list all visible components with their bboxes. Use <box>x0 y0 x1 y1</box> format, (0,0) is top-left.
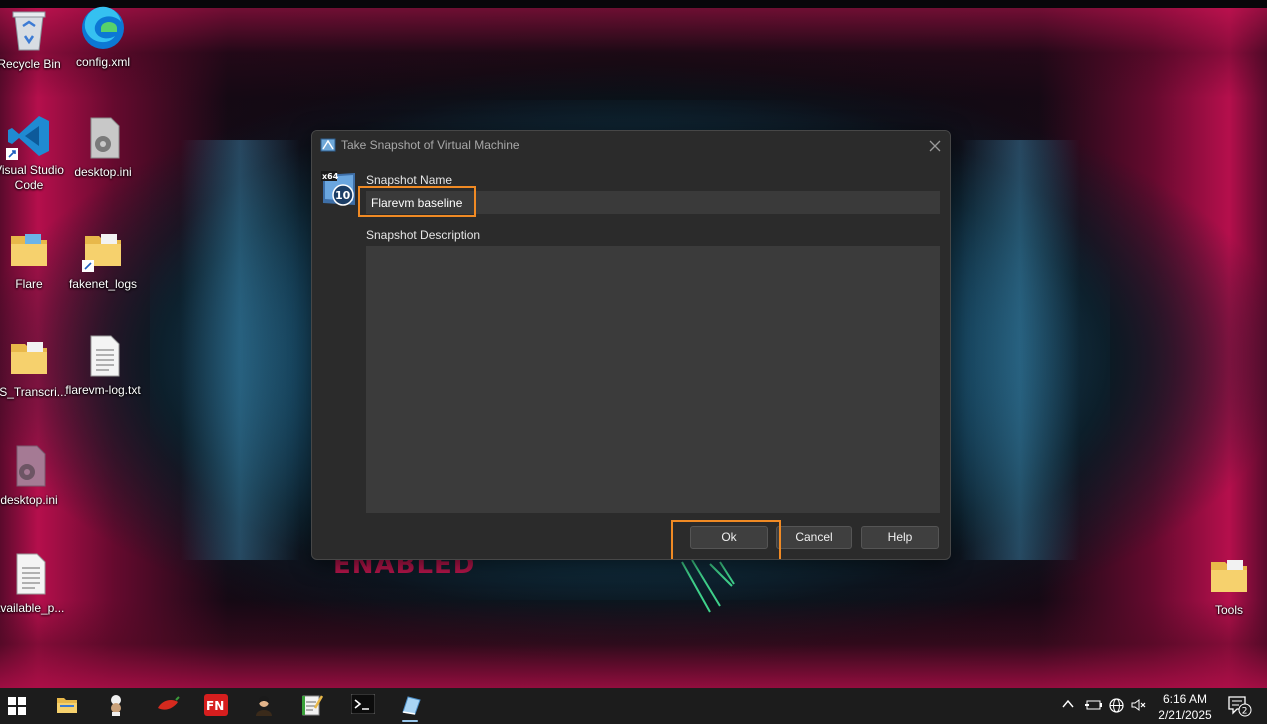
close-icon <box>929 140 941 152</box>
portrait-icon <box>256 696 272 716</box>
desktop-icon-label: flarevm-log.txt <box>65 383 141 397</box>
desktop-icon-label: available_p... <box>0 601 65 615</box>
fn-icon: FN <box>204 694 228 716</box>
os-arch-badge: x64 <box>322 172 339 181</box>
desktop-icon-vscode[interactable]: Visual Studio Code <box>0 112 69 193</box>
folder-shortcut-icon <box>82 234 121 272</box>
snapshot-description-textarea[interactable] <box>366 246 940 513</box>
close-button[interactable] <box>924 135 946 157</box>
wallpaper-right-glow <box>960 140 1080 560</box>
taskbar-pepper-app[interactable] <box>148 688 184 724</box>
taskbar: FN 6:16 AM 2/21/2025 2 <box>0 688 1267 724</box>
text-file-icon <box>16 553 46 595</box>
taskbar-file-explorer[interactable] <box>48 688 84 724</box>
clock-time: 6:16 AM <box>1162 692 1208 706</box>
taskbar-virtualbox-app[interactable] <box>392 688 428 724</box>
folder-icon <box>11 342 47 374</box>
cancel-button[interactable]: Cancel <box>776 526 852 549</box>
pepper-icon <box>158 696 180 710</box>
globe-icon <box>1109 698 1124 713</box>
edge-icon <box>82 6 124 49</box>
notification-icon: 2 <box>1228 696 1252 717</box>
notification-center-button[interactable]: 2 <box>1228 695 1252 721</box>
settings-file-icon <box>16 445 46 487</box>
wallpaper-line-art <box>681 559 735 613</box>
virtualbox-icon <box>320 138 336 152</box>
wallpaper-left-glow <box>180 140 300 560</box>
desktop-icon-desktop-ini[interactable]: desktop.ini <box>63 114 143 180</box>
snapshot-name-label: Snapshot Name <box>366 173 453 187</box>
desktop-icon-fakenet-logs[interactable]: fakenet_logs <box>63 226 143 292</box>
taskbar-clock[interactable]: 6:16 AM 2/21/2025 <box>1150 688 1220 724</box>
desktop-icon-label: Tools <box>1214 603 1243 617</box>
start-icon <box>8 697 26 715</box>
os-version-badge: 10 <box>335 189 351 202</box>
notification-count: 2 <box>1242 707 1248 717</box>
desktop-icon-flare[interactable]: Flare <box>0 226 69 292</box>
ok-button-highlight <box>671 520 781 559</box>
chef-icon <box>111 695 121 716</box>
desktop-icon-desktop-ini-2[interactable]: desktop.ini <box>0 442 69 508</box>
snapshot-description-label: Snapshot Description <box>366 228 481 242</box>
desktop-icon-label: Flare <box>15 277 43 291</box>
recycle-bin-icon <box>12 11 46 51</box>
taskbar-terminal-app[interactable] <box>343 688 379 724</box>
taskbar-portrait-app[interactable] <box>245 688 281 724</box>
virtualbox-icon <box>402 696 421 715</box>
terminal-icon <box>351 694 375 714</box>
taskbar-fn-app[interactable]: FN <box>196 688 232 724</box>
folder-icon <box>1211 560 1247 592</box>
desktop-icon-ps-transcripts[interactable]: PS_Transcri... <box>0 334 69 400</box>
taskbar-chef-app[interactable] <box>97 688 133 724</box>
volume-muted-icon <box>1131 699 1146 711</box>
desktop-icon-label: desktop.ini <box>74 165 132 179</box>
desktop-icon-flarevm-log[interactable]: flarevm-log.txt <box>63 332 143 398</box>
take-snapshot-dialog: Take Snapshot of Virtual Machine x64 10 … <box>311 130 951 560</box>
active-app-indicator <box>402 720 418 722</box>
dialog-title: Take Snapshot of Virtual Machine <box>341 138 520 152</box>
battery-tray-button[interactable] <box>1085 698 1103 716</box>
desktop-icon-label: PS_Transcri... <box>0 385 67 399</box>
desktop-icon-label: desktop.ini <box>0 493 58 507</box>
notepad-icon <box>302 695 323 716</box>
snapshot-name-highlight <box>358 186 476 217</box>
settings-file-icon <box>90 117 120 159</box>
vscode-icon <box>6 116 49 160</box>
taskbar-notepad-app[interactable] <box>293 688 329 724</box>
battery-icon <box>1085 700 1102 710</box>
desktop-icon-label: Recycle Bin <box>0 57 61 71</box>
dialog-titlebar[interactable]: Take Snapshot of Virtual Machine <box>312 131 950 159</box>
fn-badge-text: FN <box>206 699 224 713</box>
desktop-icon-label: Visual Studio Code <box>0 163 64 192</box>
help-button[interactable]: Help <box>861 526 939 549</box>
desktop-icon-recycle-bin[interactable]: Recycle Bin <box>0 6 69 72</box>
wallpaper-top-glow <box>0 8 1267 98</box>
file-explorer-icon <box>57 698 77 713</box>
desktop-icon-available-packages[interactable]: available_p... <box>0 550 69 616</box>
chevron-up-icon <box>1062 699 1074 708</box>
desktop-icon-tools[interactable]: Tools <box>1189 552 1267 618</box>
volume-tray-button[interactable] <box>1131 698 1147 716</box>
desktop-icon-config-xml[interactable]: config.xml <box>63 4 143 70</box>
folder-icon <box>11 234 47 266</box>
desktop-icon-label: config.xml <box>75 55 131 69</box>
wallpaper-bottom-glow <box>0 600 1267 688</box>
text-file-icon <box>90 335 120 377</box>
windows10-x64-os-icon: x64 10 <box>321 171 355 206</box>
start-button[interactable] <box>0 688 36 724</box>
network-tray-button[interactable] <box>1109 698 1124 717</box>
show-hidden-icons-button[interactable] <box>1062 698 1074 714</box>
desktop-icon-label: fakenet_logs <box>68 277 138 291</box>
clock-date: 2/21/2025 <box>1158 708 1212 722</box>
